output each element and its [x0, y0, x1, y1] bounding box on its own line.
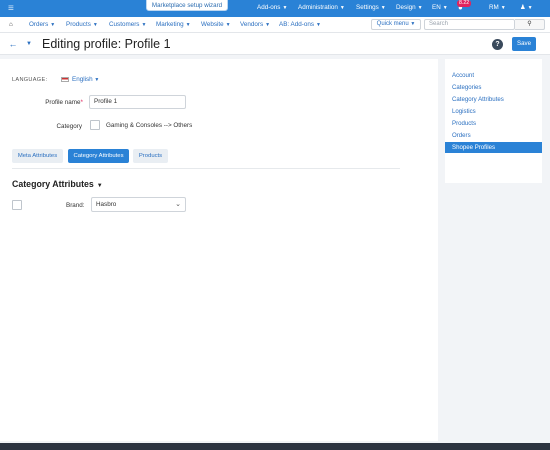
- chevron-down-icon[interactable]: ▼: [24, 39, 34, 49]
- profile-name-label-text: Profile name: [45, 99, 81, 106]
- caret-down-icon: ▼: [94, 77, 100, 83]
- us-flag-icon: [61, 77, 69, 82]
- tab-meta-attributes[interactable]: Meta Attributes: [12, 149, 63, 163]
- sidebar-item-logistics[interactable]: Logistics: [445, 106, 542, 117]
- menu-ab-addons[interactable]: AB: Add-ons ▼: [279, 21, 321, 28]
- caret-down-icon: ▼: [265, 22, 271, 28]
- topnav-design-label: Design: [396, 4, 416, 11]
- search-icon[interactable]: ⚲: [515, 19, 545, 30]
- menu-products[interactable]: Products ▼: [66, 21, 98, 28]
- caret-down-icon: ▼: [417, 5, 423, 11]
- profile-name-field[interactable]: Profile 1: [89, 95, 186, 109]
- caret-down-icon: ▼: [339, 5, 345, 11]
- settings-sidebar: Account Categories Category Attributes L…: [445, 59, 542, 183]
- sidebar-item-category-attributes[interactable]: Category Attributes: [445, 94, 542, 105]
- notification-badge: 8.22: [457, 0, 472, 7]
- menu-icon[interactable]: ≡: [8, 3, 14, 14]
- menu-products-label: Products: [66, 21, 91, 28]
- required-mark: *: [80, 99, 83, 106]
- brand-label: Brand:: [66, 202, 85, 209]
- caret-down-icon: ▼: [500, 5, 506, 11]
- help-icon[interactable]: ?: [492, 39, 503, 50]
- chevron-down-icon: ⌄: [175, 201, 181, 208]
- home-icon[interactable]: ⌂: [9, 21, 13, 28]
- language-label: LANGUAGE:: [12, 77, 48, 83]
- menu-marketing[interactable]: Marketing ▼: [156, 21, 191, 28]
- menu-website[interactable]: Website ▼: [201, 21, 231, 28]
- topnav-administration-label: Administration: [298, 4, 338, 11]
- caret-down-icon: ▼: [225, 22, 231, 28]
- sidebar-item-products[interactable]: Products: [445, 118, 542, 129]
- marketplace-setup-wizard-button[interactable]: Marketplace setup wizard: [146, 0, 228, 11]
- profile-name-label: Profile name*: [20, 99, 83, 106]
- caret-down-icon: ▼: [282, 5, 288, 11]
- search-input[interactable]: Search: [424, 19, 515, 30]
- menu-vendors-label: Vendors: [240, 21, 264, 28]
- caret-down-icon: ▼: [410, 21, 416, 27]
- topnav-user[interactable]: RM ▼: [489, 4, 506, 11]
- bottom-bar: [0, 443, 550, 450]
- topnav-language-label: EN: [432, 4, 441, 11]
- section-title-text: Category Attributes: [12, 179, 94, 189]
- brand-select-value: Hasbro: [96, 201, 117, 208]
- top-navbar: ≡ Marketplace setup wizard Add-ons ▼ Admi…: [0, 0, 550, 17]
- menu-ab-addons-label: AB: Add-ons: [279, 21, 315, 28]
- category-label: Category: [56, 123, 82, 130]
- caret-down-icon: ▼: [50, 22, 56, 28]
- category-value: Gaming & Consoles --> Others: [106, 122, 193, 129]
- caret-down-icon: ▼: [185, 22, 191, 28]
- caret-down-icon: ▼: [527, 5, 533, 11]
- topnav-addons-label: Add-ons: [257, 4, 281, 11]
- language-selector[interactable]: English ▼: [72, 76, 99, 83]
- menu-customers[interactable]: Customers ▼: [109, 21, 146, 28]
- caret-down-icon: ▼: [141, 22, 147, 28]
- sidebar-item-orders[interactable]: Orders: [445, 130, 542, 141]
- save-button[interactable]: Save: [512, 37, 536, 51]
- account-icon[interactable]: ♟ ▼: [520, 4, 533, 11]
- topnav-settings[interactable]: Settings ▼: [356, 4, 386, 11]
- tab-category-attributes[interactable]: Category Attributes: [68, 149, 129, 163]
- menu-orders[interactable]: Orders ▼: [29, 21, 55, 28]
- menu-website-label: Website: [201, 21, 224, 28]
- topnav-user-label: RM: [489, 4, 499, 11]
- brand-checkbox[interactable]: [12, 200, 22, 210]
- sidebar-item-account[interactable]: Account: [445, 70, 542, 81]
- page-header: ← ▼ Editing profile: Profile 1 ? Save: [0, 33, 550, 55]
- menu-orders-label: Orders: [29, 21, 49, 28]
- topnav-administration[interactable]: Administration ▼: [298, 4, 345, 11]
- tab-products[interactable]: Products: [133, 149, 168, 163]
- page-title: Editing profile: Profile 1: [42, 37, 171, 51]
- caret-down-icon: ▼: [380, 5, 386, 11]
- sidebar-item-categories[interactable]: Categories: [445, 82, 542, 93]
- category-attributes-heading[interactable]: Category Attributes ▼: [12, 179, 103, 189]
- menu-vendors[interactable]: Vendors ▼: [240, 21, 270, 28]
- profile-form-panel: LANGUAGE: English ▼ Profile name* Profil…: [0, 59, 438, 441]
- quick-menu-button[interactable]: Quick menu ▼: [371, 19, 421, 30]
- caret-down-icon: ▼: [442, 5, 448, 11]
- caret-down-icon: ▼: [92, 22, 98, 28]
- sidebar-item-shopee-profiles[interactable]: Shopee Profiles: [445, 142, 542, 153]
- topnav-settings-label: Settings: [356, 4, 379, 11]
- caret-down-icon: ▼: [96, 183, 103, 189]
- topnav-design[interactable]: Design ▼: [396, 4, 423, 11]
- topnav-addons[interactable]: Add-ons ▼: [257, 4, 287, 11]
- menu-customers-label: Customers: [109, 21, 140, 28]
- topnav-language[interactable]: EN ▼: [432, 4, 448, 11]
- tabs-divider: [12, 168, 400, 169]
- category-checkbox[interactable]: [90, 120, 100, 130]
- brand-select[interactable]: Hasbro ⌄: [91, 197, 186, 212]
- back-arrow-icon[interactable]: ←: [8, 39, 18, 49]
- language-value: English: [72, 76, 93, 83]
- menu-marketing-label: Marketing: [156, 21, 184, 28]
- quick-menu-label: Quick menu: [376, 21, 409, 27]
- caret-down-icon: ▼: [316, 22, 321, 28]
